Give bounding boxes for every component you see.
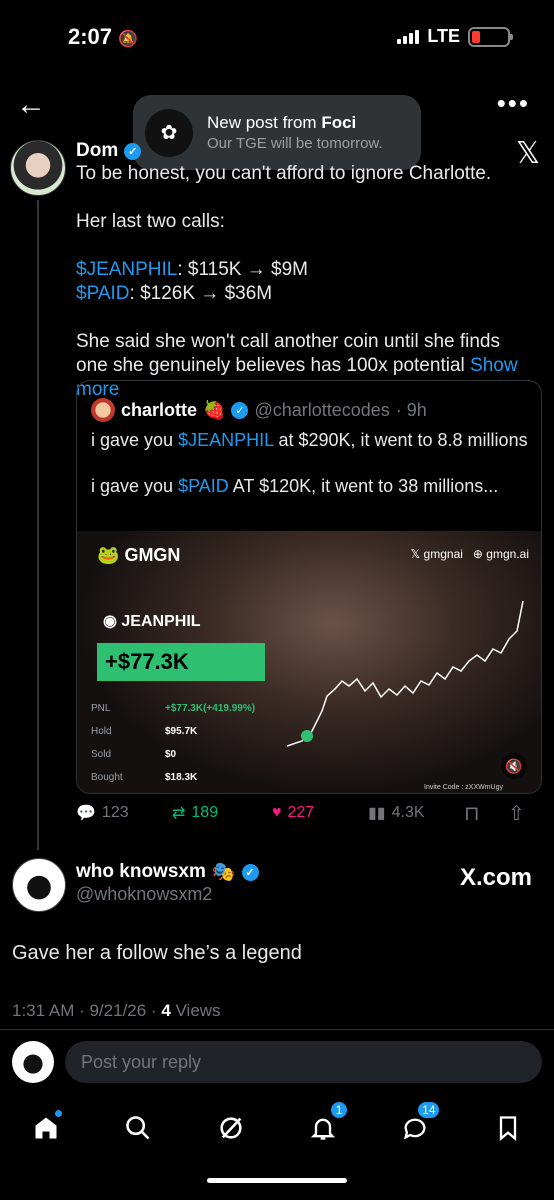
thread-line — [37, 200, 39, 850]
divider — [0, 1029, 554, 1030]
frog-icon: 🐸 — [97, 545, 120, 565]
views-button[interactable]: ▮▮ 4.3K — [368, 803, 464, 823]
mute-icon[interactable]: 🔇 — [501, 753, 527, 779]
tab-notifications[interactable]: 1 — [303, 1100, 350, 1148]
tab-messages[interactable]: 14 — [395, 1100, 442, 1148]
reply-icon: 💬 — [76, 805, 96, 822]
tab-home[interactable] — [26, 1108, 66, 1148]
post-meta: 1:31 AM · 9/21/26 · 4 Views — [12, 1001, 221, 1020]
toast-subtitle: Our TGE will be tomorrow. — [207, 135, 383, 152]
verified-badge-icon: ✓ — [231, 401, 249, 419]
foci-logo-icon: ✿ — [145, 108, 193, 157]
tab-grok[interactable] — [211, 1108, 251, 1148]
quoted-post-header: charlotte 🍓 ✓ @charlottecodes · 9h — [91, 398, 427, 422]
strawberry-icon: 🍓 — [203, 399, 226, 420]
quoted-timestamp: · 9h — [395, 399, 427, 420]
cashtag-link[interactable]: $PAID — [178, 476, 229, 496]
reply-button[interactable]: 💬 123 — [76, 803, 172, 823]
search-icon — [126, 1116, 150, 1140]
action-bar: 💬 123 ⇄ 189 ♥ 227 ▮▮ 4.3K ⊓ ⇧ — [76, 800, 546, 826]
repost-button[interactable]: ⇄ 189 — [172, 803, 272, 823]
cashtag-link[interactable]: $PAID — [76, 283, 130, 304]
quoted-video[interactable]: 🐸 GMGN 𝕏 gmgnai ⊕ gmgn.ai ◉ JEANPHIL +$7… — [77, 531, 541, 793]
bookmark-icon[interactable]: ⊓ — [464, 801, 508, 826]
repost-icon: ⇄ — [172, 805, 186, 822]
like-button[interactable]: ♥ 227 — [272, 804, 368, 822]
cashtag-link[interactable]: $JEANPHIL — [76, 259, 177, 280]
token-name: ◉ JEANPHIL — [103, 613, 201, 630]
reply-author-name[interactable]: who knowsxm 🎭 ✓ — [76, 860, 259, 884]
notifications-badge: 1 — [329, 1100, 350, 1120]
gmgn-links: 𝕏 gmgnai ⊕ gmgn.ai — [410, 547, 529, 561]
clock-text: 2:07 — [68, 24, 113, 49]
quoted-author-name: charlotte — [121, 399, 198, 420]
views-chart-icon: ▮▮ — [368, 805, 386, 822]
avatar — [12, 1041, 54, 1083]
author-name[interactable]: Dom ✓ — [76, 140, 142, 162]
pnl-stats: PNL +$77.3K(+419.99%) Hold $95.7K Sold $0 B… — [91, 703, 256, 783]
avatar — [91, 398, 115, 422]
tab-bookmarks[interactable] — [488, 1108, 528, 1148]
buy-marker-icon — [301, 730, 313, 742]
theater-masks-icon: 🎭 — [211, 862, 236, 883]
quoted-handle: @charlottecodes — [254, 399, 390, 420]
avatar[interactable] — [12, 858, 66, 912]
price-chart — [287, 600, 524, 747]
network-label: LTE — [427, 26, 460, 46]
quoted-post-body: i gave you $JEANPHIL at $290K, it went t… — [91, 430, 528, 496]
more-options-icon[interactable]: ••• — [497, 88, 530, 119]
quoted-post[interactable]: charlotte 🍓 ✓ @charlottecodes · 9h i gav… — [76, 380, 542, 794]
xcom-watermark: X.com — [459, 864, 532, 891]
reply-input[interactable] — [65, 1041, 542, 1083]
status-indicators: LTE — [397, 26, 513, 47]
reply-body: Gave her a follow she’s a legend — [12, 942, 302, 964]
unread-dot — [55, 1110, 63, 1117]
messages-badge: 14 — [416, 1100, 442, 1120]
back-arrow-icon[interactable]: ← — [16, 88, 46, 122]
bell-muted-icon: 🔕 — [118, 31, 139, 48]
bookmark-icon — [499, 1116, 516, 1141]
signal-icon — [397, 29, 420, 44]
bottom-tab-bar: 1 14 — [0, 1100, 554, 1156]
avatar[interactable] — [10, 140, 66, 196]
home-icon — [35, 1117, 57, 1139]
post-calls: Her last two calls: $JEANPHIL: $115K → $… — [76, 211, 308, 304]
heart-icon: ♥ — [272, 804, 282, 821]
reply-handle: @whoknowsxm2 — [76, 884, 213, 904]
author-label: Dom — [76, 140, 119, 161]
gmgn-logo: 🐸 GMGN — [97, 545, 181, 565]
status-time: 2:07 🔕 — [68, 24, 138, 50]
verified-badge-icon: ✓ — [124, 142, 142, 160]
share-icon[interactable]: ⇧ — [508, 801, 525, 826]
invite-code: Invite Code : zXXWmUgy — [424, 784, 503, 791]
battery-icon — [468, 26, 513, 47]
cashtag-link[interactable]: $JEANPHIL — [178, 430, 273, 450]
post-intro: To be honest, you can't afford to ignore… — [76, 163, 492, 184]
new-post-toast[interactable]: ✿ New post from Foci Our TGE will be tom… — [133, 95, 421, 170]
home-indicator — [207, 1178, 347, 1183]
tab-search[interactable] — [118, 1108, 158, 1148]
verified-badge-icon: ✓ — [241, 863, 259, 881]
pnl-highlight: +$77.3K — [97, 643, 265, 681]
grok-icon — [220, 1117, 242, 1139]
toast-title: New post from Foci — [207, 113, 357, 132]
